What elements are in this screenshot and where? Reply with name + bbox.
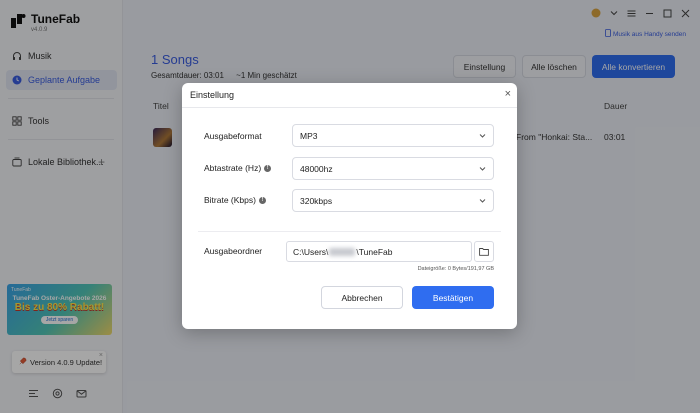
chevron-down-icon — [479, 167, 486, 171]
path-prefix: C:\Users\ — [293, 246, 329, 257]
bitrate-label-text: Bitrate (Kbps) — [204, 195, 256, 205]
format-select[interactable]: MP3 — [292, 124, 494, 147]
format-label-text: Ausgabeformat — [204, 131, 262, 141]
info-icon[interactable]: ! — [264, 164, 272, 172]
folder-icon — [479, 248, 489, 256]
disk-size-info: Dateigröße: 0 Bytes/191,97 GB — [417, 266, 494, 272]
format-label: Ausgabeformat — [204, 131, 262, 141]
path-suffix: \TuneFab — [356, 246, 393, 257]
bitrate-label: Bitrate (Kbps) ! — [204, 195, 266, 205]
divider — [182, 107, 517, 108]
bitrate-select[interactable]: 320kbps — [292, 189, 494, 212]
settings-dialog: Einstellung × Ausgabeformat MP3 Abtastra… — [182, 83, 517, 329]
dialog-title: Einstellung — [190, 90, 235, 100]
dialog-close-icon[interactable]: × — [505, 88, 511, 100]
cancel-button[interactable]: Abbrechen — [321, 286, 403, 309]
chevron-down-icon — [479, 199, 486, 203]
output-folder-label: Ausgabeordner — [204, 246, 262, 256]
samplerate-label: Abtastrate (Hz) ! — [204, 163, 272, 173]
output-path-field[interactable]: C:\Users\ \TuneFab — [286, 241, 472, 262]
info-icon[interactable]: ! — [258, 196, 266, 204]
format-value: MP3 — [300, 130, 318, 141]
samplerate-select[interactable]: 48000hz — [292, 157, 494, 180]
samplerate-label-text: Abtastrate (Hz) — [204, 163, 262, 173]
samplerate-value: 48000hz — [300, 163, 333, 174]
bitrate-value: 320kbps — [300, 195, 333, 206]
confirm-button[interactable]: Bestätigen — [412, 286, 494, 309]
divider — [198, 231, 501, 232]
chevron-down-icon — [479, 134, 486, 138]
browse-folder-button[interactable] — [474, 241, 494, 262]
redacted-username — [329, 247, 356, 256]
output-label-text: Ausgabeordner — [204, 246, 263, 256]
